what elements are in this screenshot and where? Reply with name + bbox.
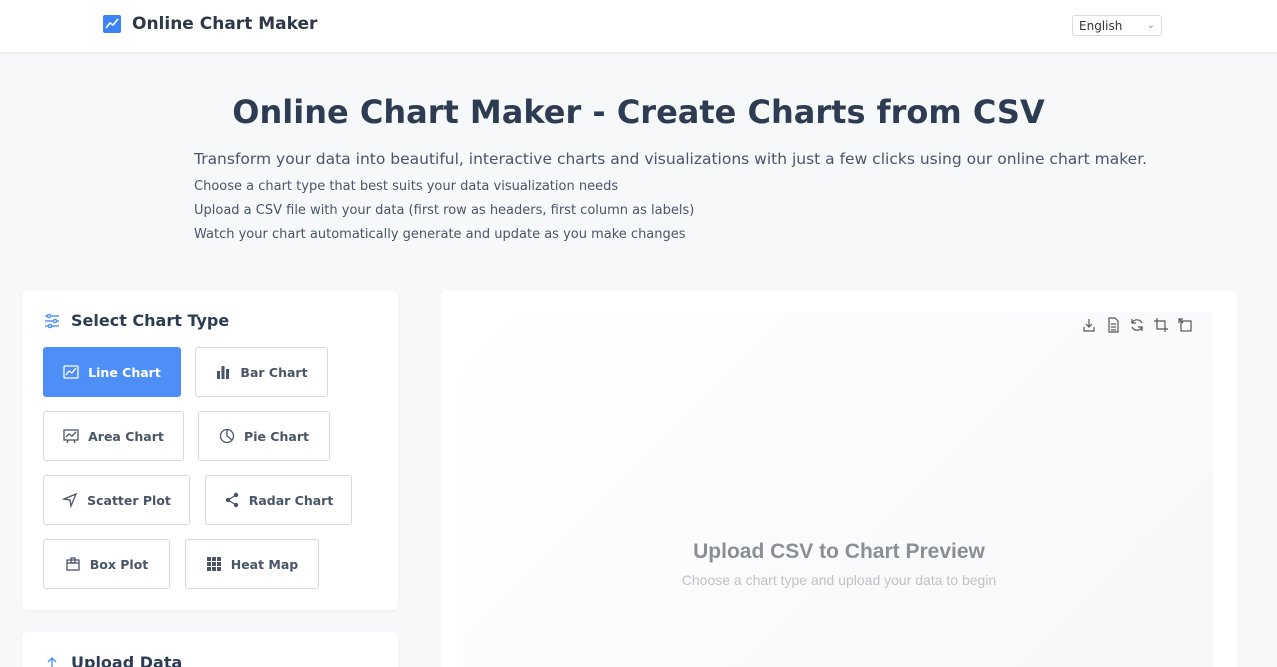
preview-placeholder-subtitle: Choose a chart type and upload your data…	[681, 572, 997, 588]
language-select[interactable]: English ⌄	[1072, 15, 1162, 36]
area-chart-label: Area Chart	[88, 428, 164, 444]
preview-toolbar	[1080, 316, 1193, 333]
grid-icon	[206, 557, 221, 571]
upload-heading: Upload Data	[44, 653, 182, 667]
chart-logo-icon	[103, 15, 121, 33]
heat-map-button[interactable]: Heat Map	[185, 539, 319, 589]
heat-map-label: Heat Map	[230, 556, 299, 572]
preview-placeholder-title: Upload CSV to Chart Preview	[693, 540, 985, 563]
chart-type-title: Select Chart Type	[71, 311, 230, 330]
share-icon	[225, 492, 238, 508]
page-title: Online Chart Maker - Create Charts from …	[232, 93, 1045, 131]
bar-chart-label: Bar Chart	[240, 364, 308, 380]
radar-chart-button[interactable]: Radar Chart	[205, 475, 352, 525]
step-1: Choose a chart type that best suits your…	[194, 179, 619, 194]
sliders-icon	[44, 313, 60, 329]
language-value: English	[1079, 18, 1123, 33]
pie-chart-button[interactable]: Pie Chart	[198, 411, 330, 461]
scatter-plot-label: Scatter Plot	[87, 492, 171, 508]
line-chart-button[interactable]: Line Chart	[43, 347, 181, 397]
chart-canvas	[463, 312, 1213, 667]
radar-chart-label: Radar Chart	[248, 492, 334, 508]
chart-preview-panel	[441, 290, 1237, 667]
brand-title: Online Chart Maker	[132, 14, 318, 34]
resize-icon[interactable]	[1176, 316, 1193, 333]
line-chart-icon	[63, 365, 79, 379]
chevron-down-icon: ⌄	[1146, 20, 1155, 31]
scatter-icon	[62, 492, 78, 508]
area-chart-icon	[63, 429, 79, 444]
upload-title: Upload Data	[71, 653, 183, 667]
box-plot-label: Box Plot	[89, 556, 149, 572]
area-chart-button[interactable]: Area Chart	[43, 411, 184, 461]
refresh-icon[interactable]	[1128, 316, 1145, 333]
scatter-plot-button[interactable]: Scatter Plot	[43, 475, 190, 525]
top-bar: Online Chart Maker English ⌄	[0, 0, 1277, 52]
document-icon[interactable]	[1104, 316, 1121, 333]
brand[interactable]: Online Chart Maker	[103, 14, 317, 34]
page-subtitle: Transform your data into beautiful, inte…	[194, 150, 1148, 168]
upload-arrow-icon	[44, 655, 60, 667]
chart-type-heading: Select Chart Type	[44, 311, 229, 330]
crop-icon[interactable]	[1152, 316, 1169, 333]
download-icon[interactable]	[1080, 316, 1097, 333]
bar-chart-icon	[217, 366, 230, 379]
step-3: Watch your chart automatically generate …	[194, 227, 686, 242]
box-icon	[66, 557, 80, 571]
box-plot-button[interactable]: Box Plot	[43, 539, 170, 589]
bar-chart-button[interactable]: Bar Chart	[195, 347, 328, 397]
step-2: Upload a CSV file with your data (first …	[194, 203, 695, 218]
pie-chart-icon	[219, 428, 235, 444]
pie-chart-label: Pie Chart	[244, 428, 309, 444]
line-chart-label: Line Chart	[88, 364, 161, 380]
